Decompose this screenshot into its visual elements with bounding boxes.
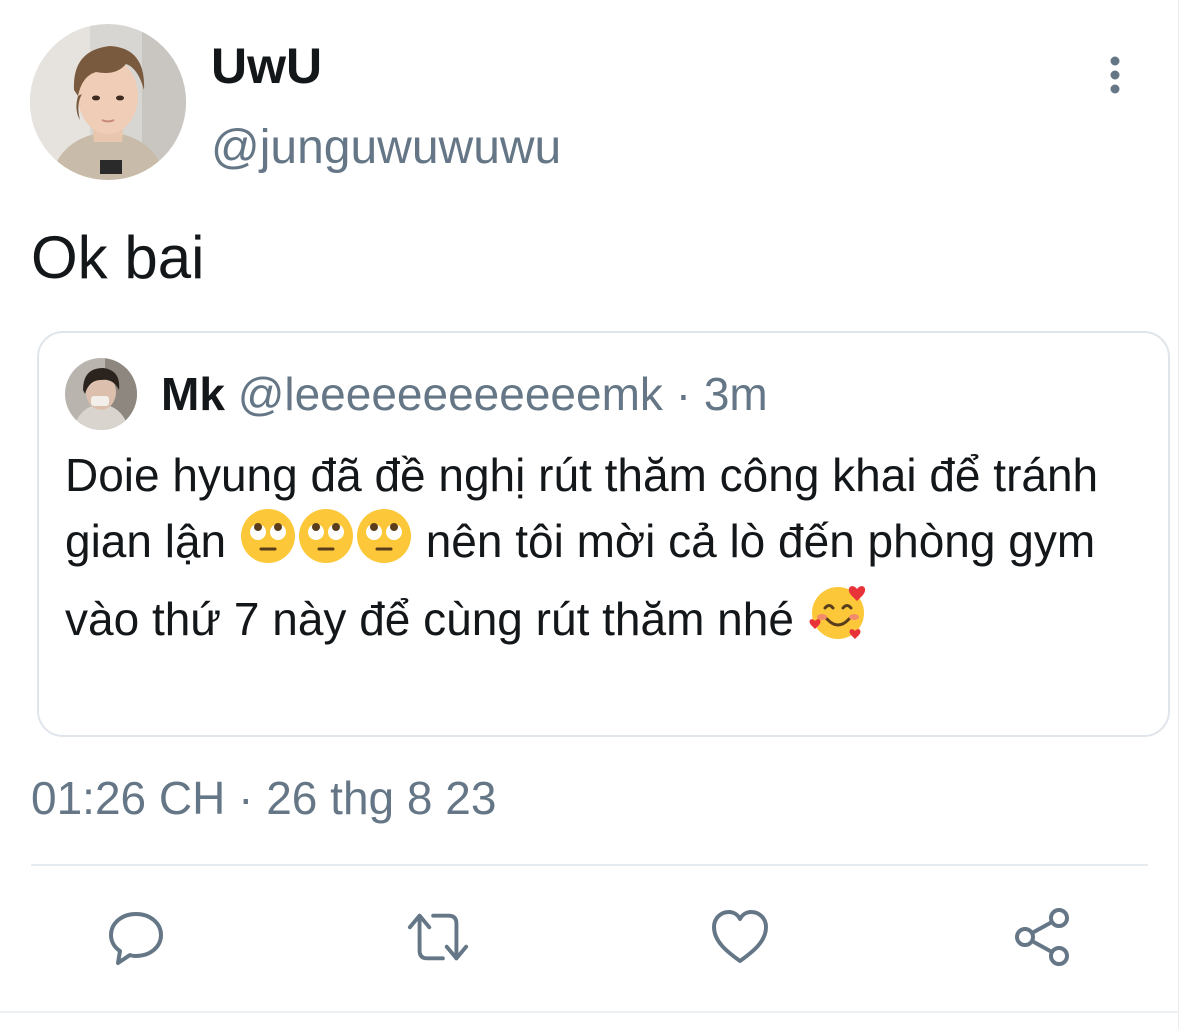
bottom-divider [0, 1011, 1179, 1013]
share-icon [1015, 908, 1069, 966]
smiling-face-with-hearts-icon [807, 581, 869, 659]
share-button[interactable] [1010, 905, 1074, 969]
action-bar [0, 905, 1179, 969]
like-button[interactable] [708, 905, 772, 969]
heart-icon [712, 910, 768, 963]
tweet-timestamp[interactable]: 01:26 CH · 26 thg 8 23 [31, 770, 496, 826]
quoted-author-avatar [65, 358, 137, 430]
divider [31, 864, 1148, 866]
retweet-icon [407, 913, 469, 961]
header-separator: · [675, 368, 692, 420]
reply-icon [109, 912, 163, 965]
face-with-rolling-eyes-icon [297, 507, 355, 581]
retweet-button[interactable] [406, 905, 470, 969]
quoted-author-name: Mk [161, 368, 225, 420]
quoted-tweet-text: Doie hyung đã đề nghị rút thăm công khai… [65, 443, 1145, 659]
author-handle[interactable]: @junguwuwuwu [211, 120, 561, 176]
author-display-name[interactable]: UwU [211, 38, 322, 94]
quoted-author-handle: @leeeeeeeeeeeemk [237, 368, 663, 420]
quoted-tweet-card[interactable]: Mk @leeeeeeeeeeeemk · 3m Doie hyung đã đ… [37, 331, 1170, 737]
more-vertical-icon [1110, 56, 1120, 94]
reply-button[interactable] [104, 905, 168, 969]
author-avatar[interactable] [30, 24, 186, 180]
tweet-text: Ok bai [31, 224, 205, 291]
more-options-button[interactable] [1090, 50, 1140, 100]
quoted-tweet-age: 3m [703, 368, 768, 420]
face-with-rolling-eyes-icon [355, 507, 413, 581]
face-with-rolling-eyes-icon [239, 507, 297, 581]
quoted-tweet-header: Mk @leeeeeeeeeeeemk · 3m [161, 366, 768, 422]
tweet-detail-view: UwU @junguwuwuwu Ok bai Mk @leeeeeeeeeee… [0, 0, 1179, 1029]
